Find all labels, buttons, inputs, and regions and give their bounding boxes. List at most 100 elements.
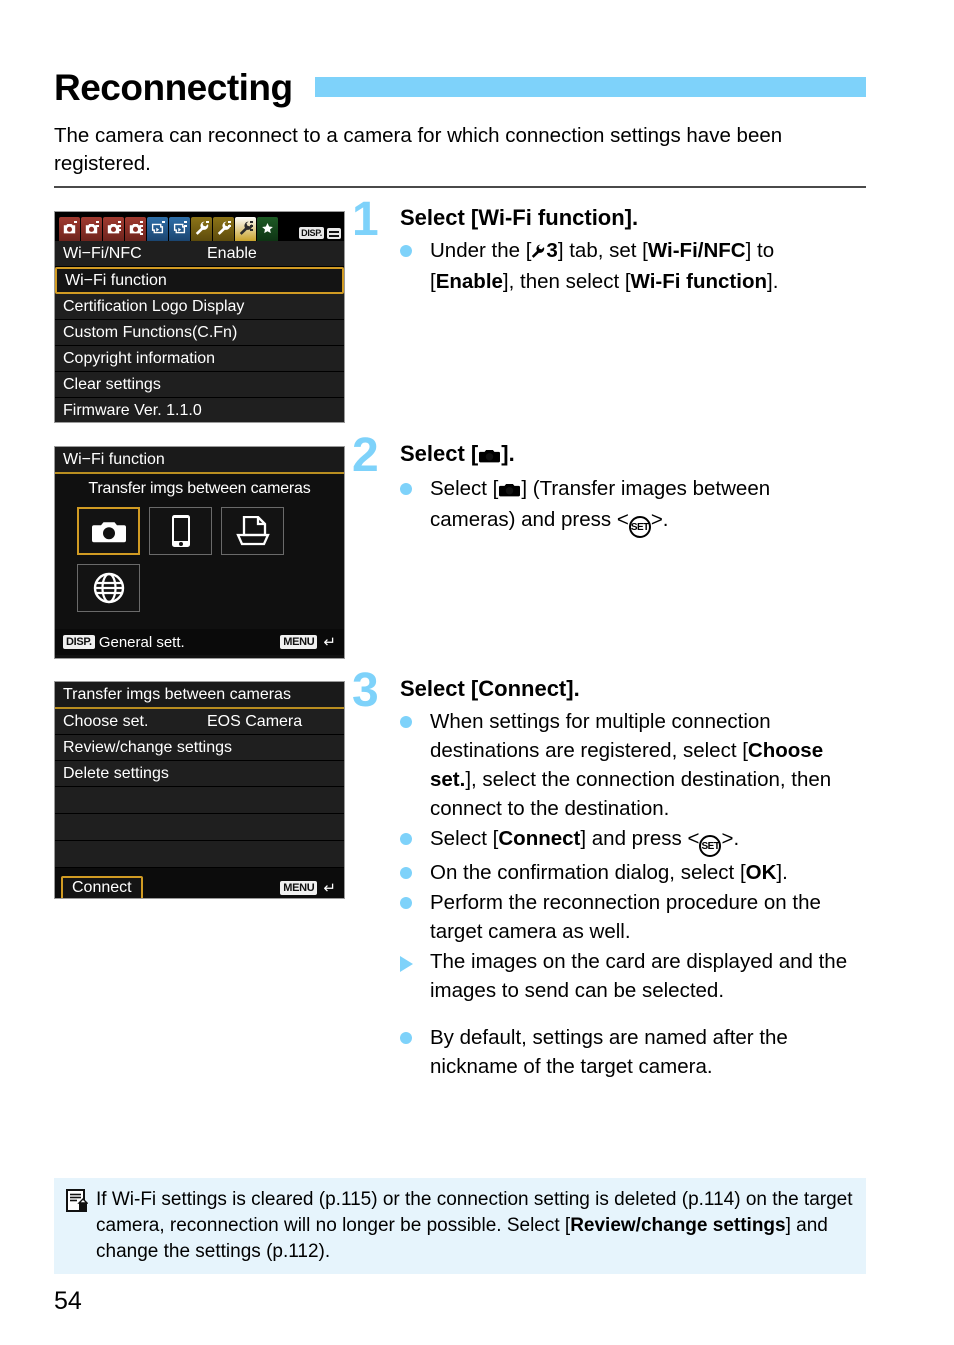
menu-tab-playback-5-icon[interactable] bbox=[147, 217, 168, 241]
transfer-row-value: EOS Camera bbox=[207, 712, 303, 730]
transfer-row-label: Choose set. bbox=[63, 712, 149, 730]
transfer-row-label: Review/change settings bbox=[63, 738, 232, 756]
bullet-text: Select [] (Transfer images between camer… bbox=[430, 474, 860, 538]
transfer-imgs-footer: Connect MENU ↵ bbox=[55, 868, 344, 898]
connect-button[interactable]: Connect bbox=[61, 875, 143, 898]
step-bullet-list: Select [] (Transfer images between camer… bbox=[400, 474, 860, 538]
tab-index-ticks bbox=[206, 221, 209, 225]
bullet-text: When settings for multiple connection de… bbox=[430, 710, 832, 820]
menu-row-7[interactable]: Firmware Ver. 1.1.0 bbox=[55, 398, 344, 422]
menu-tab-shooting-2-icon[interactable] bbox=[81, 217, 102, 241]
menu-tab-shooting-1-icon[interactable] bbox=[59, 217, 80, 241]
step-heading: Select []. bbox=[400, 436, 860, 470]
bullet-item: The images on the card are displayed and… bbox=[400, 947, 860, 1005]
triangle-bullet-icon bbox=[400, 956, 413, 972]
dot-bullet-icon bbox=[400, 245, 412, 257]
tab-index-ticks bbox=[228, 221, 231, 229]
intro-paragraph: The camera can reconnect to a camera for… bbox=[54, 124, 783, 175]
wifi-function-footer: DISP. General sett. MENU ↵ bbox=[55, 629, 344, 655]
bullet-text: Select [Connect] and press < SET>. bbox=[430, 824, 860, 857]
wifi-function-header: Wi−Fi function bbox=[55, 447, 344, 474]
menu-tab-setup-8-icon[interactable] bbox=[213, 217, 234, 241]
dot-bullet-icon bbox=[400, 1032, 412, 1044]
tab-index-ticks bbox=[184, 221, 187, 229]
note-box: If Wi-Fi settings is cleared (p.115) or … bbox=[54, 1178, 866, 1274]
bullet-marker bbox=[400, 824, 430, 845]
wifi-function-body: Transfer imgs between cameras bbox=[55, 474, 344, 629]
grid-icon bbox=[327, 228, 341, 239]
step-bullet-list: When settings for multiple connection de… bbox=[400, 707, 860, 1081]
menu-row-label: Wi−Fi function bbox=[65, 271, 167, 289]
bullet-marker bbox=[400, 236, 430, 257]
menu-row-2[interactable]: Wi−Fi function bbox=[55, 267, 344, 294]
wifi-tile-globe[interactable] bbox=[77, 564, 140, 612]
tab-index-ticks bbox=[140, 221, 143, 237]
camera-icon bbox=[499, 476, 521, 505]
dot-bullet-icon bbox=[400, 833, 412, 845]
smartphone-icon bbox=[171, 514, 191, 548]
step-2: 2 Select []. Select [] (Transfer images be… bbox=[352, 429, 860, 539]
transfer-row-3[interactable]: Delete settings bbox=[55, 761, 344, 787]
menu-row-3[interactable]: Certification Logo Display bbox=[55, 294, 344, 320]
menu-row-5[interactable]: Copyright information bbox=[55, 346, 344, 372]
bullet-text: The images on the card are displayed and… bbox=[430, 950, 848, 1002]
bullet-text: Perform the reconnection procedure on th… bbox=[430, 891, 821, 943]
menu-row-label: Firmware Ver. 1.1.0 bbox=[63, 401, 202, 419]
wifi-tile-printer[interactable] bbox=[221, 507, 284, 555]
bullet-item: Select [Connect] and press < SET>. bbox=[400, 824, 860, 857]
tab-index-ticks bbox=[96, 221, 99, 229]
transfer-row-1[interactable]: Choose set. EOS Camera bbox=[55, 709, 344, 735]
menu-row-label: Copyright information bbox=[63, 349, 216, 367]
menu-tab-setup-9-icon[interactable] bbox=[235, 217, 256, 241]
menu-tab-shooting-4-icon[interactable] bbox=[125, 217, 146, 241]
bullet-item: Perform the reconnection procedure on th… bbox=[400, 888, 860, 946]
step-number: 3 bbox=[352, 664, 379, 717]
set-button-icon: SET bbox=[628, 516, 651, 538]
bullet-text: On the confirmation dialog, select [OK]. bbox=[430, 861, 788, 884]
bullet-text: By default, settings are named after the… bbox=[430, 1026, 788, 1078]
menu-row-label: Wi−Fi/NFC bbox=[63, 244, 142, 262]
dot-bullet-icon bbox=[400, 483, 412, 495]
transfer-imgs-list: Choose set. EOS Camera Review/change setti… bbox=[55, 709, 344, 868]
bullet-marker bbox=[400, 474, 430, 495]
wrench-icon bbox=[531, 238, 545, 267]
return-arrow-icon: ↵ bbox=[323, 880, 336, 897]
transfer-row-2[interactable]: Review/change settings bbox=[55, 735, 344, 761]
menu-tab-setup-7-icon[interactable] bbox=[191, 217, 212, 241]
note-document-icon bbox=[66, 1187, 96, 1265]
wifi-tile-camera[interactable] bbox=[77, 507, 140, 555]
step-heading: Select [Wi-Fi function]. bbox=[400, 205, 639, 230]
menu-tab-playback-6-icon[interactable] bbox=[169, 217, 190, 241]
step-number: 2 bbox=[352, 429, 379, 482]
menu-row-1[interactable]: Wi−Fi/NFC Enable bbox=[55, 241, 344, 267]
menu-tab-shooting-3-icon[interactable] bbox=[103, 217, 124, 241]
transfer-row-blank bbox=[55, 814, 344, 841]
bullet-item: Select [] (Transfer images between camer… bbox=[400, 474, 860, 538]
printer-icon bbox=[235, 516, 270, 546]
dot-bullet-icon bbox=[400, 716, 412, 728]
tab-index-ticks bbox=[118, 221, 121, 233]
disp-badge: DISP. bbox=[63, 635, 95, 649]
bullet-marker bbox=[400, 888, 430, 909]
transfer-imgs-header: Transfer imgs between cameras bbox=[55, 682, 344, 709]
bullet-marker bbox=[400, 947, 430, 972]
menu-row-value: Enable bbox=[207, 244, 257, 262]
menu-row-6[interactable]: Clear settings bbox=[55, 372, 344, 398]
bullet-marker bbox=[400, 707, 430, 728]
tab-index-ticks bbox=[250, 221, 253, 233]
bullet-item: Under the [3] tab, set [Wi-Fi/NFC] to [E… bbox=[400, 236, 860, 296]
step-1: 1 Select [Wi-Fi function]. Under the [3] t… bbox=[352, 196, 860, 297]
wifi-tile-smartphone[interactable] bbox=[149, 507, 212, 555]
tab-glyph bbox=[261, 222, 274, 237]
menu-tab-mymenu-10-icon[interactable] bbox=[257, 217, 278, 241]
menu-row-4[interactable]: Custom Functions(C.Fn) bbox=[55, 320, 344, 346]
transfer-row-blank bbox=[55, 841, 344, 868]
menu-tab-bar: DISP. bbox=[55, 212, 344, 241]
bullet-marker bbox=[400, 1023, 430, 1044]
dot-bullet-icon bbox=[400, 897, 412, 909]
disp-label: General sett. bbox=[98, 633, 185, 651]
set-button-icon: SET bbox=[699, 835, 722, 857]
camera-icon bbox=[479, 442, 501, 470]
step-bullet-list: Under the [3] tab, set [Wi-Fi/NFC] to [E… bbox=[400, 236, 860, 296]
manual-page: Reconnecting The camera can reconnect to… bbox=[0, 0, 954, 1345]
